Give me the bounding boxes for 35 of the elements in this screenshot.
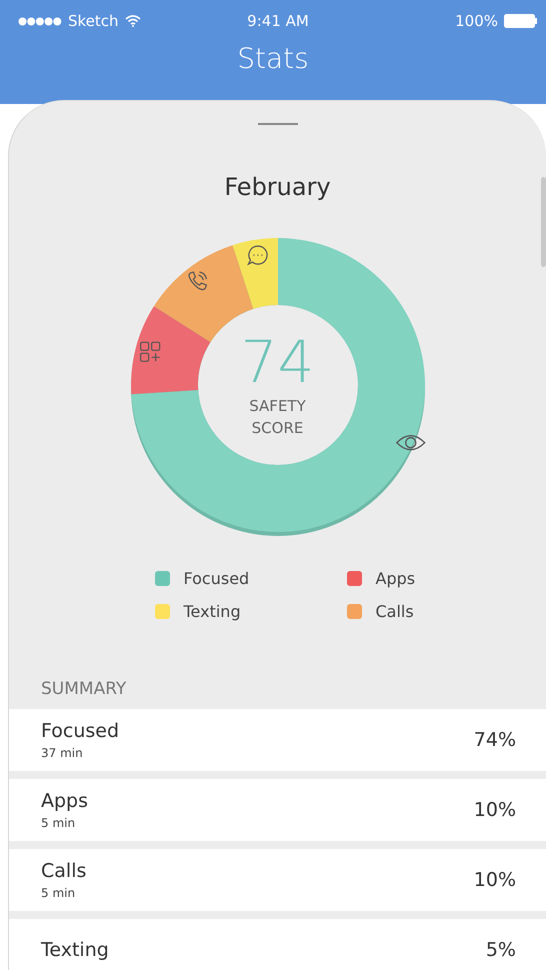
drag-handle[interactable]: [258, 123, 298, 125]
row-duration: 37 min: [41, 746, 84, 760]
score-label: SAFETY SCORE: [248, 396, 307, 439]
row-title: Apps: [41, 790, 88, 812]
legend-label: Apps: [376, 569, 416, 588]
row-percent: 74%: [474, 729, 516, 751]
wifi-icon: [124, 15, 141, 27]
phone-icon: [188, 272, 206, 290]
apps-icon: [140, 342, 160, 362]
row-duration: 5 min: [41, 886, 76, 900]
section-title: SUMMARY: [40, 678, 128, 701]
battery-percent: 100%: [455, 12, 498, 30]
summary-row[interactable]: Texting 5%: [9, 919, 546, 970]
signal-icon: [18, 16, 62, 26]
row-percent: 10%: [474, 869, 516, 891]
month-title: February: [224, 173, 331, 201]
row-title: Focused: [41, 720, 120, 742]
clock-time: 9:41 AM: [247, 12, 309, 30]
row-title: Calls: [41, 860, 86, 882]
row-percent: 10%: [474, 799, 516, 821]
row-title: Texting: [41, 939, 109, 961]
score-value: 74: [240, 333, 314, 391]
battery-icon: [504, 14, 538, 28]
summary-row[interactable]: Apps 5 min 10%: [9, 779, 546, 841]
row-duration: 5 min: [41, 816, 76, 830]
legend-label: Focused: [184, 569, 250, 588]
summary-row[interactable]: Calls 5 min 10%: [9, 849, 546, 911]
summary-row[interactable]: Focused 37 min 74%: [9, 709, 546, 771]
carrier-label: Sketch: [68, 12, 119, 30]
eye-icon: [396, 435, 425, 450]
legend-label: Texting: [184, 602, 241, 621]
row-percent: 5%: [486, 939, 516, 961]
screen-title: Stats: [236, 42, 310, 75]
legend-label: Calls: [376, 602, 414, 621]
chat-icon: [247, 246, 268, 265]
